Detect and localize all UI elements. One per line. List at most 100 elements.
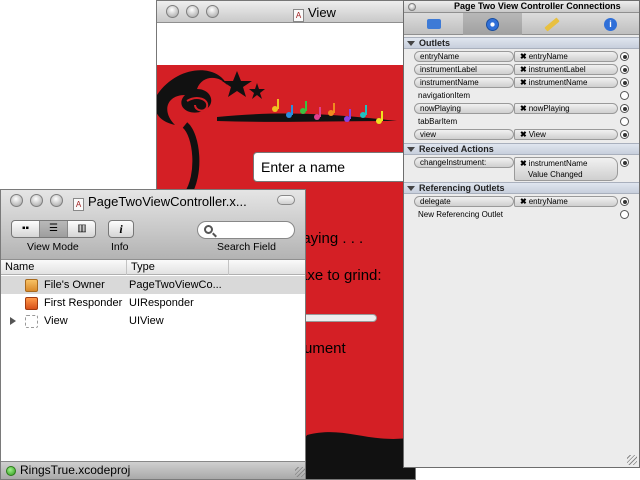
outlet-target[interactable]: ✖ nowPlaying — [514, 103, 618, 114]
connection-circle-icon[interactable] — [620, 158, 629, 167]
outlets-section-label: Outlets — [419, 38, 451, 48]
row-type: UIView — [129, 315, 164, 327]
document-title: A PageTwoViewController.x... — [73, 194, 247, 211]
outlet-name: entryName — [414, 51, 514, 62]
column-header-type[interactable]: Type — [127, 260, 229, 275]
search-icon — [204, 225, 213, 234]
outlet-target[interactable]: ✖ instrumentLabel — [514, 64, 618, 75]
view-titlebar: A View — [157, 1, 415, 23]
disconnect-x-icon[interactable]: ✖ — [520, 130, 527, 139]
referencing-outlet-target-label: entryName — [528, 197, 568, 206]
disconnect-x-icon[interactable]: ✖ — [520, 65, 527, 74]
document-titlebar: A PageTwoViewController.x... ▪▪ ☰ ▥ View … — [1, 190, 305, 260]
disconnect-x-icon[interactable]: ✖ — [520, 197, 527, 206]
zoom-button[interactable] — [206, 5, 219, 18]
entry-name-field[interactable]: Enter a name — [253, 152, 415, 182]
attributes-icon — [426, 19, 441, 30]
connections-inspector: Page Two View Controller Connections i O… — [403, 0, 640, 468]
info-label: Info — [111, 241, 129, 253]
search-field-label: Search Field — [217, 241, 276, 253]
view-mode-label: View Mode — [27, 241, 79, 253]
column-view-button[interactable]: ▥ — [68, 221, 95, 237]
tab-attributes[interactable] — [404, 13, 463, 35]
outlet-target[interactable]: ✖ View — [514, 129, 618, 140]
connection-circle-icon[interactable] — [620, 91, 629, 100]
inspector-titlebar: Page Two View Controller Connections — [404, 1, 639, 13]
columns-icon: ▥ — [77, 223, 87, 234]
referencing-outlet-row: delegate ✖ entryName — [404, 195, 639, 207]
table-header: Name Type — [1, 260, 305, 275]
new-referencing-outlet: New Referencing Outlet — [418, 210, 503, 219]
tab-size[interactable] — [522, 13, 581, 35]
row-name: First Responder — [44, 297, 123, 309]
action-event-label: Value Changed — [528, 170, 583, 179]
connection-circle-icon[interactable] — [620, 130, 629, 139]
outlet-row: instrumentName ✖ instrumentName — [404, 76, 639, 88]
outlet-row: view ✖ View — [404, 128, 639, 140]
referencing-outlet-name: delegate — [414, 196, 514, 207]
outlets-section-header[interactable]: Outlets — [404, 37, 639, 49]
connection-circle-icon[interactable] — [620, 65, 629, 74]
resize-grip-icon[interactable] — [627, 455, 637, 465]
connections-icon — [486, 17, 499, 31]
inspector-tabs: i — [404, 13, 639, 35]
view-mode-control[interactable]: ▪▪ ☰ ▥ — [11, 220, 96, 238]
connection-circle-icon[interactable] — [620, 52, 629, 61]
disconnect-x-icon[interactable]: ✖ — [520, 78, 527, 87]
column-header-name[interactable]: Name — [1, 260, 127, 275]
disconnect-x-icon[interactable]: ✖ — [520, 104, 527, 113]
minimize-button[interactable] — [30, 194, 43, 207]
icon-view-button[interactable]: ▪▪ — [12, 221, 40, 237]
project-name: RingsTrue.xcodeproj — [20, 463, 131, 477]
connection-circle-icon[interactable] — [620, 78, 629, 87]
resize-grip-icon[interactable] — [295, 467, 305, 477]
responder-icon — [25, 297, 38, 310]
received-actions-section-header[interactable]: Received Actions — [404, 143, 639, 155]
list-view-button[interactable]: ☰ — [40, 221, 68, 237]
table-row[interactable]: File's Owner PageTwoViewCo... — [1, 276, 305, 294]
view-title-text: View — [308, 5, 336, 20]
inspector-close-button[interactable] — [408, 3, 416, 11]
tab-connections[interactable] — [463, 13, 522, 35]
outlet-name: view — [414, 129, 514, 140]
toolbar-toggle-button[interactable] — [277, 195, 295, 205]
referencing-outlets-section-header[interactable]: Referencing Outlets — [404, 182, 639, 194]
disconnect-x-icon[interactable]: ✖ — [520, 159, 527, 168]
search-input[interactable] — [197, 221, 295, 239]
document-icon: A — [293, 9, 304, 22]
connection-circle-icon[interactable] — [620, 104, 629, 113]
zoom-button[interactable] — [50, 194, 63, 207]
view-icon — [25, 315, 38, 328]
connection-circle-icon[interactable] — [620, 117, 629, 126]
outlet-name: instrumentLabel — [414, 64, 514, 75]
disconnect-x-icon[interactable]: ✖ — [520, 52, 527, 61]
outlet-target[interactable]: ✖ entryName — [514, 51, 618, 62]
outlet-name: instrumentName — [414, 77, 514, 88]
close-button[interactable] — [166, 5, 179, 18]
outlet-target[interactable]: ✖ instrumentName — [514, 77, 618, 88]
slider-track[interactable] — [297, 314, 377, 322]
close-button[interactable] — [10, 194, 23, 207]
referencing-outlet-target[interactable]: ✖ entryName — [514, 196, 618, 207]
axe-label: axe to grind: — [299, 267, 382, 284]
table-row[interactable]: View UIView — [1, 312, 305, 330]
referencing-outlets-section-label: Referencing Outlets — [419, 183, 505, 193]
outlet-row: nowPlaying ✖ nowPlaying — [404, 102, 639, 114]
identity-icon: i — [604, 17, 617, 31]
document-icon: A — [73, 198, 84, 211]
referencing-outlet-row: New Referencing Outlet — [404, 208, 639, 220]
minimize-button[interactable] — [186, 5, 199, 18]
outlet-row: entryName ✖ entryName — [404, 50, 639, 62]
received-actions-section-label: Received Actions — [419, 144, 494, 154]
row-name: View — [44, 315, 68, 327]
connection-circle-icon[interactable] — [620, 210, 629, 219]
table-row[interactable]: First Responder UIResponder — [1, 294, 305, 312]
tab-identity[interactable]: i — [581, 13, 639, 35]
disclosure-triangle-icon[interactable] — [10, 317, 16, 325]
connection-circle-icon[interactable] — [620, 197, 629, 206]
outlet-name: nowPlaying — [414, 103, 514, 114]
action-target[interactable]: ✖ instrumentName Value Changed — [514, 157, 618, 181]
outlet-target-label: nowPlaying — [528, 104, 570, 113]
info-button[interactable]: i — [108, 220, 134, 238]
row-name: File's Owner — [44, 279, 105, 291]
